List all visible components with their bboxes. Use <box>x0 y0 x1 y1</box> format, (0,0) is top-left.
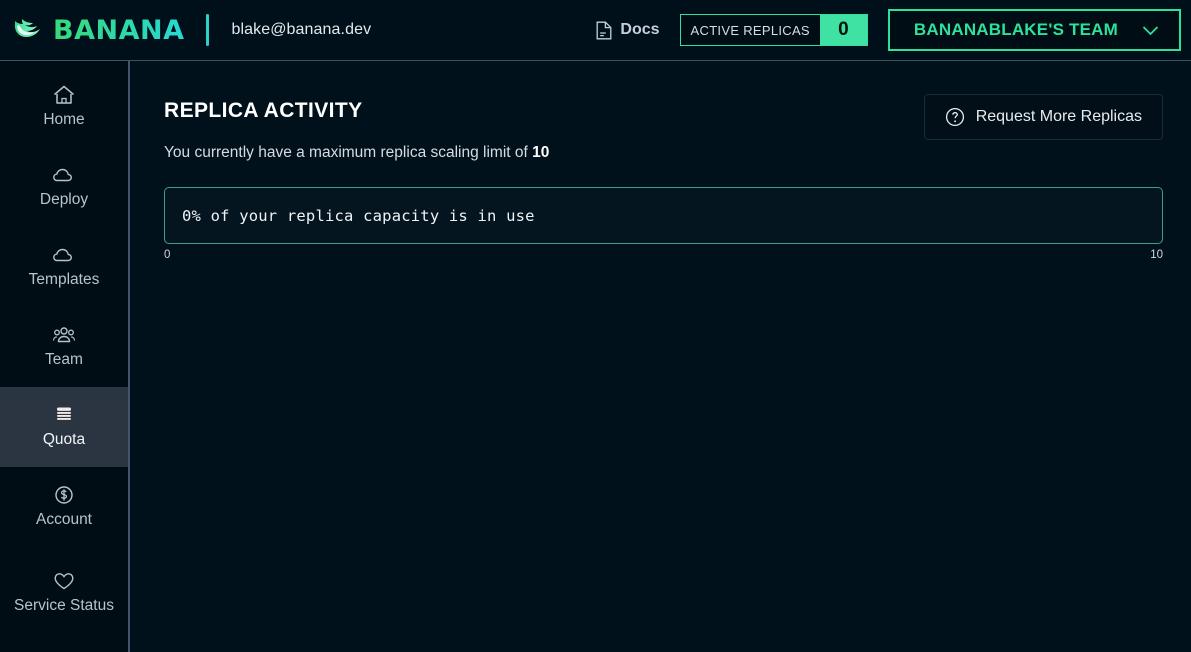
team-switcher-button[interactable]: BANANABLAKE'S TEAM <box>888 9 1181 51</box>
request-more-replicas-button[interactable]: Request More Replicas <box>924 94 1163 140</box>
sidebar-item-label: Home <box>43 111 84 129</box>
document-icon <box>596 21 612 40</box>
sidebar-item-label: Deploy <box>40 191 88 209</box>
chevron-down-icon <box>1142 25 1159 36</box>
quota-subtitle-prefix: You currently have a maximum replica sca… <box>164 144 532 161</box>
page-title: REPLICA ACTIVITY <box>164 99 549 123</box>
sidebar-item-team[interactable]: Team <box>0 307 128 387</box>
capacity-scale: 0 10 <box>164 249 1163 261</box>
sidebar-item-account[interactable]: Account <box>0 467 128 547</box>
active-replicas-count: 0 <box>820 15 867 45</box>
replica-capacity-bar: 0% of your replica capacity is in use <box>164 187 1163 244</box>
top-header: BANANA blake@banana.dev Docs ACTIVE REPL… <box>0 0 1191 61</box>
replica-capacity-section: 0% of your replica capacity is in use 0 … <box>164 187 1163 261</box>
quota-subtitle: You currently have a maximum replica sca… <box>164 144 549 162</box>
sidebar-item-templates[interactable]: Templates <box>0 227 128 307</box>
quota-limit-value: 10 <box>532 144 549 161</box>
question-circle-icon <box>945 107 965 127</box>
active-replicas-label: ACTIVE REPLICAS <box>681 15 820 45</box>
dollar-circle-icon <box>52 484 76 506</box>
sidebar-item-label: Service Status <box>14 597 114 615</box>
body-row: Home Deploy Templates <box>0 61 1191 652</box>
capacity-scale-max: 10 <box>1150 249 1163 261</box>
sidebar-item-quota[interactable]: Quota <box>0 387 128 467</box>
header-divider <box>206 14 209 46</box>
request-more-replicas-label: Request More Replicas <box>976 108 1142 126</box>
heart-icon <box>52 570 76 592</box>
title-block: REPLICA ACTIVITY You currently have a ma… <box>164 99 549 162</box>
docs-label: Docs <box>620 21 659 39</box>
docs-link[interactable]: Docs <box>596 21 659 40</box>
main-content: REPLICA ACTIVITY You currently have a ma… <box>130 61 1191 652</box>
sidebar-item-label: Account <box>36 511 92 529</box>
capacity-scale-min: 0 <box>164 249 170 261</box>
user-email: blake@banana.dev <box>231 21 371 39</box>
sidebar-item-home[interactable]: Home <box>0 67 128 147</box>
sidebar-item-label: Team <box>45 351 83 369</box>
replica-capacity-text: 0% of your replica capacity is in use <box>182 207 535 225</box>
people-icon <box>52 324 76 346</box>
banana-icon <box>12 15 46 45</box>
active-replicas-badge[interactable]: ACTIVE REPLICAS 0 <box>680 14 868 46</box>
sidebar-item-deploy[interactable]: Deploy <box>0 147 128 227</box>
header-actions: Docs ACTIVE REPLICAS 0 BANANABLAKE'S TEA… <box>596 9 1191 51</box>
sidebar-item-service-status[interactable]: Service Status <box>0 547 128 639</box>
brand-wordmark: BANANA <box>53 17 184 44</box>
team-switcher-label: BANANABLAKE'S TEAM <box>914 20 1118 40</box>
cloud-icon <box>52 164 76 186</box>
sidebar-nav: Home Deploy Templates <box>0 61 130 652</box>
sidebar-item-label: Templates <box>29 271 100 289</box>
brand-logo[interactable]: BANANA <box>0 0 184 60</box>
layers-icon <box>52 404 76 426</box>
cloud-icon <box>52 244 76 266</box>
main-header-row: REPLICA ACTIVITY You currently have a ma… <box>164 99 1163 162</box>
sidebar-item-label: Quota <box>43 431 85 449</box>
app-window: BANANA blake@banana.dev Docs ACTIVE REPL… <box>0 0 1191 652</box>
home-icon <box>52 84 76 106</box>
